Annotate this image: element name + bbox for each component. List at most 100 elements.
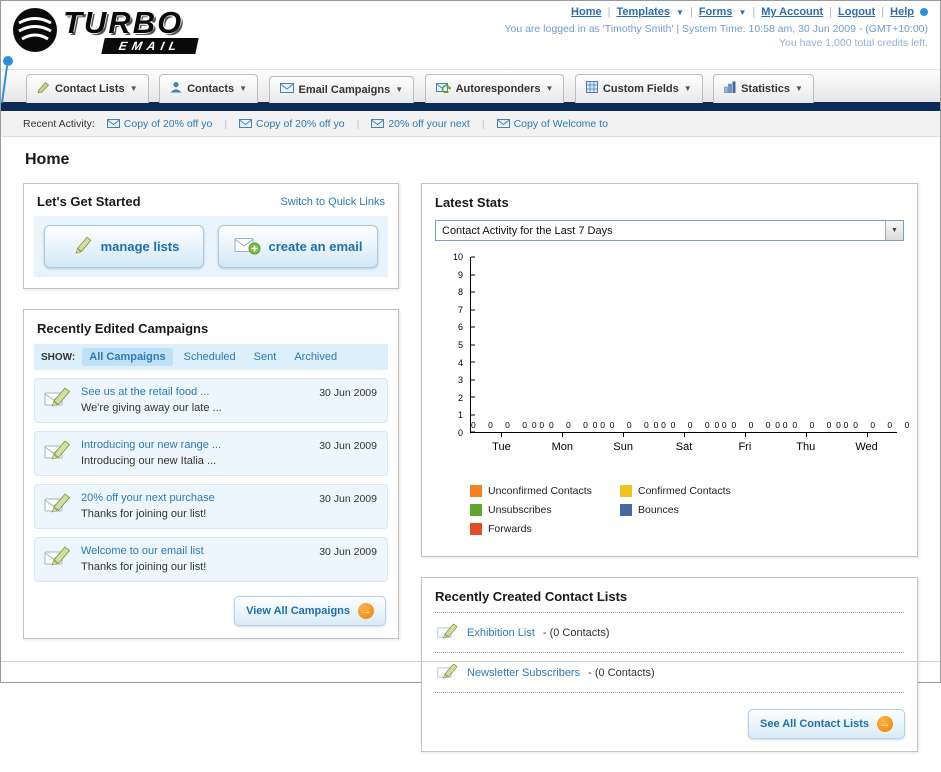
campaign-subtitle: Thanks for joining our list! [81, 561, 207, 573]
get-started-panel: Let's Get Started Switch to Quick Links … [23, 183, 399, 289]
legend-item: Forwards [470, 523, 620, 535]
y-tick-label: 5 [457, 340, 463, 350]
y-tick-mark [471, 431, 475, 433]
logo-line2: EMAIL [101, 38, 200, 54]
y-tick-label: 1 [457, 410, 463, 421]
stats-period-value: Contact Activity for the Last 7 Days [442, 224, 613, 237]
page-title: Home [25, 151, 70, 168]
pencil-edit-icon [437, 622, 459, 643]
manage-lists-button[interactable]: manage lists [44, 225, 204, 268]
tab-label: Custom Fields [602, 82, 679, 95]
legend-label: Bounces [638, 504, 679, 516]
logo-swirl-icon [13, 7, 57, 52]
campaign-title-link[interactable]: Welcome to our email list [81, 545, 206, 557]
campaign-item[interactable]: Welcome to our email list Thanks for joi… [34, 537, 388, 582]
legend-swatch [470, 504, 482, 516]
tab-contacts[interactable]: Contacts ▼ [159, 74, 259, 103]
tab-contact-lists[interactable]: Contact Lists ▼ [26, 74, 149, 103]
contact-list-item[interactable]: Exhibition List - (0 Contacts) [435, 613, 904, 653]
contact-list-items: Exhibition List - (0 Contacts) Newslette… [435, 612, 904, 693]
email-campaigns-icon [279, 83, 294, 96]
chart-group: 0 0 0 0 0 Tue [471, 257, 544, 453]
see-all-contact-lists-button[interactable]: See All Contact Lists → [747, 709, 905, 739]
recent-activity-item[interactable]: Copy of 20% off yo [239, 118, 345, 130]
activity-item-label: Copy of 20% off yo [123, 117, 213, 130]
tab-statistics[interactable]: Statistics ▼ [713, 74, 814, 103]
x-tick-label: Fri [738, 441, 752, 453]
campaign-filter-bar: SHOW: All Campaigns Scheduled Sent Archi… [34, 344, 388, 370]
separator: | [689, 6, 693, 18]
campaign-item[interactable]: See us at the retail food ... We're givi… [34, 378, 388, 423]
recent-activity-item[interactable]: Copy of 20% off yo [106, 117, 213, 130]
pencil-edit-icon [437, 662, 459, 683]
top-right-area: Home | Templates ▼ | Forms ▼ | My Accoun… [504, 6, 928, 49]
chart-groups: 0 0 0 0 0 Tue 0 0 0 0 0 Mon 0 0 0 0 0 Sun 0 0 … [471, 257, 915, 453]
campaign-subtitle: We're giving away our late ... [81, 402, 222, 414]
main-content: Home Let's Get Started Switch to Quick L… [1, 137, 940, 772]
recent-activity-item[interactable]: 20% off your next [371, 118, 470, 130]
legend-label: Unconfirmed Contacts [488, 485, 592, 497]
top-link-my-account[interactable]: My Account [761, 6, 823, 18]
chart-values: 0 0 0 0 0 [592, 420, 671, 430]
contact-list-name-link[interactable]: Newsletter Subscribers [467, 667, 580, 679]
turbo-email-logo[interactable]: TURBO EMAIL [11, 5, 200, 54]
tab-custom-fields[interactable]: Custom Fields ▼ [574, 74, 703, 103]
chart-values: 0 0 0 0 0 [836, 420, 915, 430]
contact-list-item[interactable]: Newsletter Subscribers - (0 Contacts) [435, 653, 904, 693]
top-link-templates[interactable]: Templates [616, 6, 670, 18]
y-tick-label: 2 [457, 392, 463, 403]
y-tick-mark [471, 361, 475, 363]
filter-all-campaigns[interactable]: All Campaigns [82, 348, 173, 366]
envelope-icon [496, 119, 510, 128]
view-all-campaigns-button[interactable]: View All Campaigns → [234, 596, 386, 626]
get-started-body: manage lists create an email [34, 216, 388, 277]
envelope-icon [239, 119, 253, 128]
campaign-edit-icon [44, 386, 72, 414]
top-link-forms[interactable]: Forms [699, 6, 733, 18]
caret-down-icon: ▼ [683, 84, 692, 93]
top-link-help[interactable]: Help [890, 6, 914, 18]
switch-quick-links-link[interactable]: Switch to Quick Links [280, 196, 385, 208]
campaign-edit-icon [44, 545, 72, 573]
y-tick-label: 0 [457, 428, 463, 438]
filter-scheduled[interactable]: Scheduled [177, 348, 243, 366]
contact-list-name-link[interactable]: Exhibition List [467, 627, 535, 639]
filter-archived[interactable]: Archived [287, 348, 344, 366]
recent-activity-item[interactable]: Copy of Welcome to [496, 117, 608, 130]
activity-item-label: Copy of Welcome to [513, 117, 608, 130]
y-tick-mark [471, 291, 475, 293]
main-navbar: Contact Lists ▼ Contacts ▼ Email Campaig… [1, 69, 940, 103]
legend-swatch [470, 523, 482, 535]
see-all-contact-lists-label: See All Contact Lists [759, 718, 869, 730]
campaign-title-link[interactable]: 20% off your next purchase [81, 492, 215, 504]
recent-campaigns-title: Recently Edited Campaigns [37, 321, 209, 336]
y-tick-label: 4 [457, 357, 463, 368]
stats-chart: 10 9 8 7 6 5 4 3 2 1 0 0 0 0 0 0 Tue 0 0 0 0 0 Mon 0 0… [440, 252, 915, 457]
campaign-item[interactable]: 20% off your next purchase Thanks for jo… [34, 484, 388, 529]
latest-stats-panel: Latest Stats Contact Activity for the La… [421, 183, 918, 557]
campaign-title-link[interactable]: See us at the retail food ... [81, 386, 222, 398]
chart-legend: Unconfirmed Contacts Confirmed Contacts Un… [422, 483, 917, 556]
tab-autoresponders[interactable]: Autoresponders ▼ [424, 74, 565, 103]
top-link-logout[interactable]: Logout [838, 6, 875, 18]
filter-sent[interactable]: Sent [247, 348, 284, 366]
campaign-item[interactable]: Introducing our new range ... Introducin… [34, 431, 388, 476]
y-tick-mark [471, 344, 475, 345]
envelope-icon [106, 119, 120, 128]
pencil-icon [69, 235, 93, 258]
top-link-home[interactable]: Home [571, 6, 602, 18]
create-email-button[interactable]: create an email [218, 225, 378, 268]
x-tick-label: Tue [492, 441, 511, 453]
arrow-right-icon: → [877, 716, 893, 732]
x-tick-label: Thu [796, 441, 816, 453]
caret-down-icon: ▼ [795, 84, 803, 93]
tab-email-campaigns[interactable]: Email Campaigns ▼ [268, 76, 415, 103]
tab-label: Statistics [741, 82, 791, 95]
stats-period-select[interactable]: Contact Activity for the Last 7 Days ▼ [435, 220, 904, 241]
caret-down-icon: ▼ [395, 85, 404, 94]
campaign-title-link[interactable]: Introducing our new range ... [81, 439, 221, 451]
contacts-icon [170, 81, 182, 96]
envelope-plus-icon [234, 236, 261, 258]
y-tick-label: 3 [457, 375, 463, 386]
recent-activity-bar: Recent Activity: Copy of 20% off yo | Co… [1, 111, 940, 137]
